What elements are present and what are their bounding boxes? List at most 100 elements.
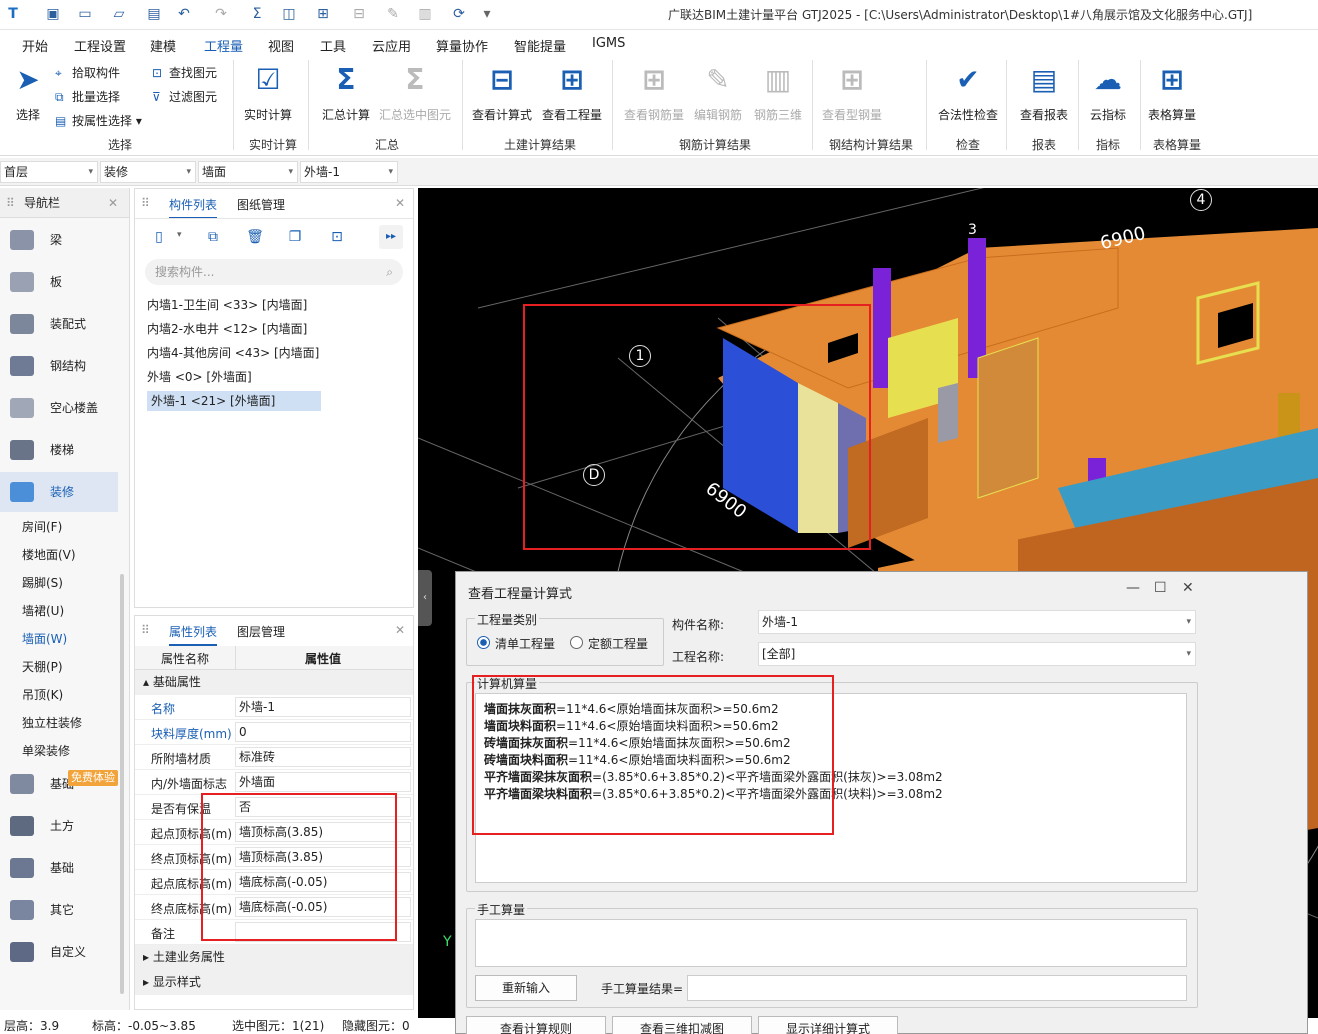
table-quick-icon[interactable]: ⊞	[314, 5, 332, 23]
nav-scrollbar[interactable]	[120, 574, 124, 994]
sum-calc-button[interactable]: Σ 汇总计算	[314, 62, 378, 123]
collapse-panel-handle[interactable]: ‹	[418, 570, 432, 626]
sub-wall-face[interactable]: 墙面(W)	[22, 630, 67, 647]
layer-copy-icon[interactable]: ⊡	[325, 225, 349, 249]
view-formula-button[interactable]: ⊟ 查看计算式	[470, 62, 534, 123]
nav-item-earthwork[interactable]: 土方	[0, 806, 118, 846]
section-basic[interactable]: ▴ 基础属性	[135, 670, 413, 695]
sub-beam-decor[interactable]: 单梁装修	[22, 742, 70, 759]
nav-item-custom[interactable]: 自定义	[0, 932, 118, 972]
menu-smart[interactable]: 智能提量	[514, 36, 566, 55]
new-icon[interactable]: ▣	[44, 5, 62, 23]
menu-project-settings[interactable]: 工程设置	[74, 36, 126, 55]
comp-name-select[interactable]: 外墙-1	[758, 610, 1196, 634]
sub-ceiling[interactable]: 天棚(P)	[22, 658, 63, 675]
prop-value[interactable]: 标准砖	[235, 747, 411, 767]
view-steel-button[interactable]: ⊞ 查看型钢量	[820, 62, 884, 123]
new-component-icon[interactable]: ▯	[147, 225, 171, 249]
nav-item-other[interactable]: 其它	[0, 890, 118, 930]
sub-room[interactable]: 房间(F)	[22, 518, 62, 535]
validity-check-button[interactable]: ✔ 合法性检查	[934, 62, 1002, 123]
view-3d-deduct-button[interactable]: 查看三维扣减图	[612, 1016, 752, 1034]
sum-selected-button[interactable]: Σ 汇总选中图元	[376, 62, 454, 123]
sub-suspended-ceiling[interactable]: 吊顶(K)	[22, 686, 63, 703]
pick-component-button[interactable]: ⌖ 拾取构件	[55, 64, 120, 81]
floor-select[interactable]: 首层	[0, 161, 98, 183]
select-button[interactable]: ➤ 选择	[0, 62, 60, 123]
nav-item-stairs[interactable]: 楼梯	[0, 430, 118, 470]
prop-value[interactable]: 外墙-1	[235, 697, 411, 717]
chevron-down-icon[interactable]: ▾	[177, 230, 182, 240]
copy-icon[interactable]: ⧉	[201, 225, 225, 249]
batch-select-button[interactable]: ⧉ 批量选择	[55, 88, 120, 105]
tab-property-list[interactable]: 属性列表	[169, 623, 218, 646]
view-report-button[interactable]: ▤ 查看报表	[1012, 62, 1076, 123]
nav-item-beam[interactable]: 梁	[0, 220, 118, 260]
nav-item-hollow-floor[interactable]: 空心楼盖	[0, 388, 118, 428]
list-item[interactable]: 内墙1-卫生间 <33> [内墙面]	[147, 295, 307, 315]
customize-icon[interactable]: ▾	[478, 5, 496, 23]
close-icon[interactable]: ✕	[1182, 580, 1194, 596]
rebar-quick-icon[interactable]: ⊟	[350, 5, 368, 23]
drag-handle-icon[interactable]: ⠿	[141, 196, 150, 210]
sub-floor[interactable]: 楼地面(V)	[22, 546, 76, 563]
nav-item-foundation-1[interactable]: 基础 免费体验	[0, 764, 118, 804]
menu-tools[interactable]: 工具	[320, 36, 346, 55]
menu-cloud[interactable]: 云应用	[372, 36, 411, 55]
manual-result-field[interactable]	[687, 975, 1187, 1001]
list-item[interactable]: 外墙 <0> [外墙面]	[147, 367, 252, 387]
sum-quick-icon[interactable]: Σ	[248, 5, 266, 23]
select-by-prop-button[interactable]: ▤ 按属性选择 ▾	[55, 112, 142, 129]
list-item[interactable]: 内墙2-水电井 <12> [内墙面]	[147, 319, 307, 339]
find-element-button[interactable]: ⊡ 查找图元	[152, 64, 217, 81]
tab-drawing-manage[interactable]: 图纸管理	[237, 196, 285, 213]
close-icon[interactable]: ✕	[395, 196, 405, 210]
sub-dado[interactable]: 墙裙(U)	[22, 602, 64, 619]
nav-item-decoration[interactable]: 装修	[0, 472, 118, 512]
duplicate-icon[interactable]: ❐	[283, 225, 307, 249]
redo-icon[interactable]: ↷	[212, 5, 230, 23]
new-file-icon[interactable]: ▭	[76, 5, 94, 23]
menu-view[interactable]: 视图	[268, 36, 294, 55]
reinput-button[interactable]: 重新输入	[475, 975, 577, 1001]
cloud-quick-icon[interactable]: ⟳	[450, 5, 468, 23]
prop-value[interactable]: 0	[235, 722, 411, 742]
radio-quota-qty[interactable]	[570, 636, 583, 649]
delete-icon[interactable]: 🗑	[243, 225, 267, 249]
menu-start[interactable]: 开始	[22, 36, 48, 55]
component-select[interactable]: 外墙-1	[300, 161, 398, 183]
type-select[interactable]: 装修	[100, 161, 196, 183]
nav-item-prefab[interactable]: 装配式	[0, 304, 118, 344]
section-style[interactable]: ▸ 显示样式	[135, 970, 413, 995]
table-qty-button[interactable]: ⊞ 表格算量	[1140, 62, 1204, 123]
prop-value[interactable]: 外墙面	[235, 772, 411, 792]
tab-component-list[interactable]: 构件列表	[169, 196, 218, 219]
show-detail-button[interactable]: 显示详细计算式	[758, 1016, 898, 1034]
more-icon[interactable]: ▸▸	[379, 225, 403, 249]
view-rebar-button[interactable]: ⊞ 查看钢筋量	[622, 62, 686, 123]
realtime-calc-button[interactable]: ☑ 实时计算	[236, 62, 300, 123]
manual-input[interactable]	[475, 919, 1187, 967]
menu-igms[interactable]: IGMS	[592, 36, 625, 51]
view-qty-quick-icon[interactable]: ◫	[280, 5, 298, 23]
nav-item-steel[interactable]: 钢结构	[0, 346, 118, 386]
list-item-selected[interactable]: 外墙-1 <21> [外墙面]	[147, 391, 321, 411]
save-icon[interactable]: ▤	[145, 5, 163, 23]
nav-item-foundation-2[interactable]: 基础	[0, 848, 118, 888]
sub-skirting[interactable]: 踢脚(S)	[22, 574, 63, 591]
edit-rebar-button[interactable]: ✎ 编辑钢筋	[686, 62, 750, 123]
view-qty-button[interactable]: ⊞ 查看工程量	[540, 62, 604, 123]
section-biz[interactable]: ▸ 土建业务属性	[135, 945, 413, 970]
maximize-icon[interactable]: ☐	[1154, 580, 1167, 596]
menu-modeling[interactable]: 建模	[150, 36, 176, 55]
edit-quick-icon[interactable]: ✎	[384, 5, 402, 23]
minimize-icon[interactable]: —	[1126, 580, 1140, 596]
menu-collab[interactable]: 算量协作	[436, 36, 488, 55]
tab-layer-manage[interactable]: 图层管理	[237, 623, 285, 640]
search-input[interactable]: 搜索构件... ⌕	[145, 259, 403, 285]
undo-icon[interactable]: ↶	[175, 5, 193, 23]
open-folder-icon[interactable]: ▱	[110, 5, 128, 23]
qty-name-select[interactable]: [全部]	[758, 642, 1196, 666]
category-select[interactable]: 墙面	[198, 161, 298, 183]
close-icon[interactable]: ✕	[395, 623, 405, 637]
